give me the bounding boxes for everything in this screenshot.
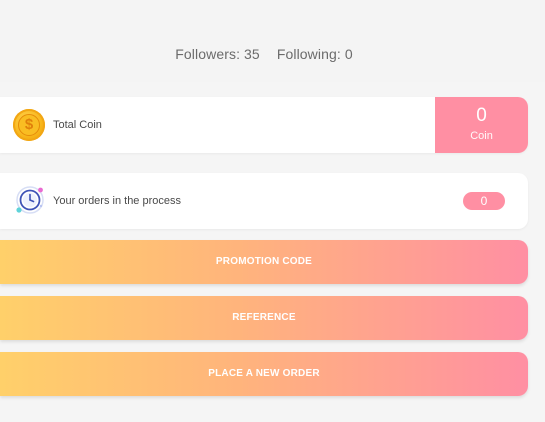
total-coin-label: Total Coin [53,119,102,131]
coin-icon: $ [13,109,45,141]
coin-balance-panel: 0 Coin [435,97,528,153]
profile-header: Followers: 35 Following: 0 [0,0,545,82]
reference-button[interactable]: REFERENCE [0,296,528,340]
promotion-code-button[interactable]: PROMOTION CODE [0,240,528,284]
orders-in-process-card[interactable]: Your orders in the process 0 [0,173,528,229]
orders-count-badge: 0 [463,192,505,210]
following-count[interactable]: Following: 0 [277,46,353,62]
coin-balance-unit: Coin [470,130,493,142]
dollar-icon: $ [18,114,40,136]
clock-icon [16,186,44,214]
followers-count[interactable]: Followers: 35 [175,46,260,62]
place-new-order-button[interactable]: PLACE A NEW ORDER [0,352,528,396]
coin-balance-value: 0 [476,105,487,126]
follow-stats: Followers: 35 Following: 0 [0,46,528,62]
total-coin-card[interactable]: $ Total Coin 0 Coin [0,97,528,153]
orders-in-process-label: Your orders in the process [53,195,181,207]
